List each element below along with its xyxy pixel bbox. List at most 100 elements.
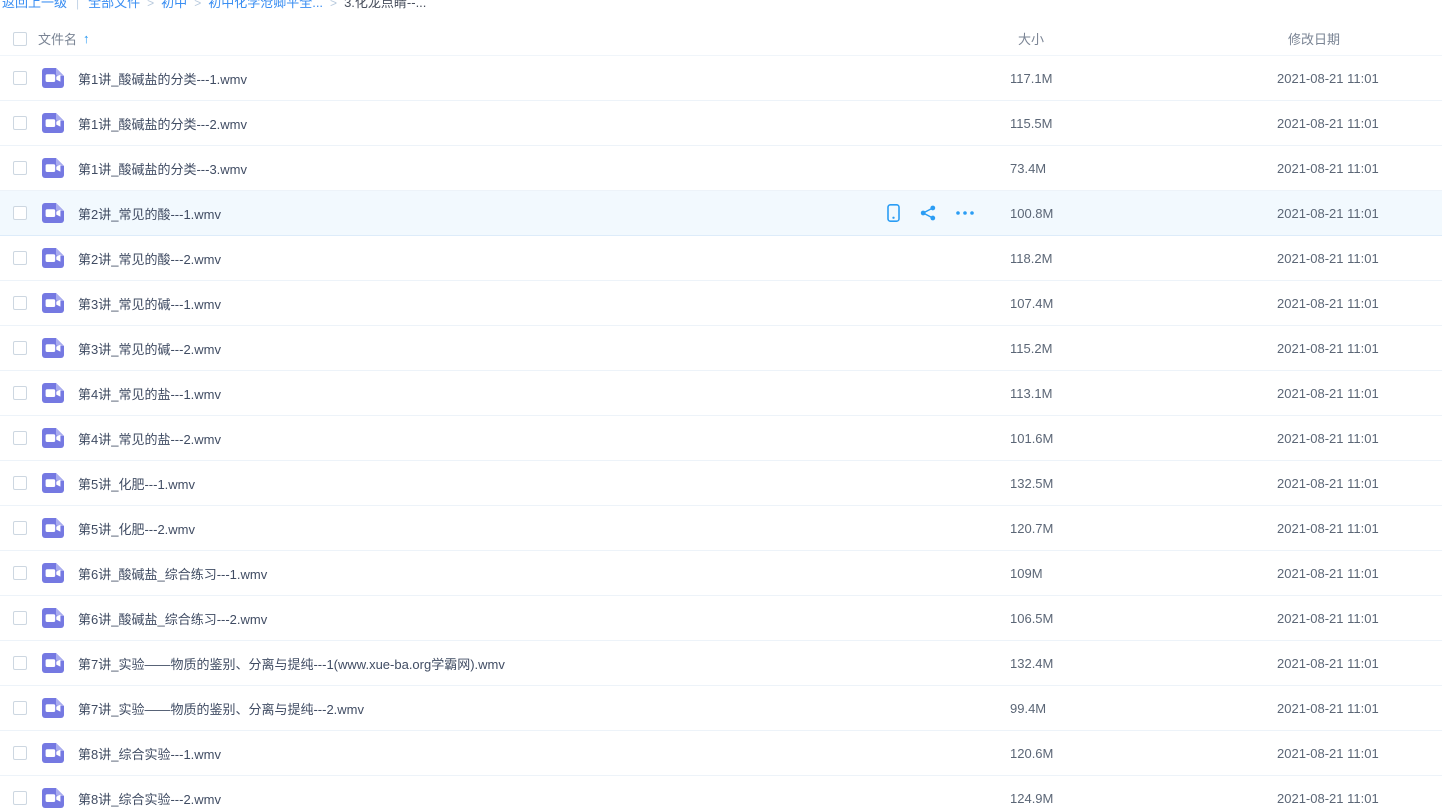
file-size: 132.5M [1010,476,1277,491]
share-icon[interactable] [920,205,936,221]
breadcrumb-item-junior-high[interactable]: 初中 [161,0,187,10]
row-checkbox[interactable] [13,431,27,445]
row-checkbox[interactable] [13,701,27,715]
file-row[interactable]: 第4讲_常见的盐---2.wmv [0,416,1442,461]
file-name-link[interactable]: 第1讲_酸碱盐的分类---3.wmv [78,159,1010,178]
file-row[interactable]: 第1讲_酸碱盐的分类---1.wmv [0,56,1442,101]
file-date: 2021-08-21 11:01 [1277,161,1442,176]
file-row[interactable]: 第2讲_常见的酸---2.wmv [0,236,1442,281]
row-checkbox[interactable] [13,566,27,580]
sort-ascending-icon[interactable]: ↑ [83,31,90,46]
file-row[interactable]: 第7讲_实验——物质的鉴别、分离与提纯---1(www.xue-ba.org学霸… [0,641,1442,686]
file-name-link[interactable]: 第8讲_综合实验---2.wmv [78,789,1010,808]
file-name-link[interactable]: 第1讲_酸碱盐的分类---1.wmv [78,69,1010,88]
breadcrumb-back-link[interactable]: 返回上一级 [2,0,67,10]
file-row[interactable]: 第6讲_酸碱盐_综合练习---1.wmv [0,551,1442,596]
file-name-link[interactable]: 第6讲_酸碱盐_综合练习---1.wmv [78,564,1010,583]
file-date: 2021-08-21 11:01 [1277,521,1442,536]
file-name-link[interactable]: 第4讲_常见的盐---1.wmv [78,384,1010,403]
file-name-link[interactable]: 第2讲_常见的酸---2.wmv [78,249,1010,268]
row-checkbox[interactable] [13,656,27,670]
row-checkbox[interactable] [13,341,27,355]
video-file-icon [42,698,64,718]
column-header-filename[interactable]: 文件名 ↑ [38,29,1010,48]
breadcrumb-arrow-separator: > [194,0,201,10]
row-checkbox[interactable] [13,476,27,490]
row-checkbox[interactable] [13,71,27,85]
file-date: 2021-08-21 11:01 [1277,476,1442,491]
file-size: 73.4M [1010,161,1277,176]
file-name-link[interactable]: 第6讲_酸碱盐_综合练习---2.wmv [78,609,1010,628]
file-name-link[interactable]: 第3讲_常见的碱---1.wmv [78,294,1010,313]
file-size: 107.4M [1010,296,1277,311]
file-size: 132.4M [1010,656,1277,671]
file-date: 2021-08-21 11:01 [1277,71,1442,86]
column-header-filename-label: 文件名 [38,29,77,48]
file-date: 2021-08-21 11:01 [1277,746,1442,761]
file-name-link[interactable]: 第5讲_化肥---2.wmv [78,519,1010,538]
file-row[interactable]: 第8讲_综合实验---1.wmv [0,731,1442,776]
row-actions [887,204,974,222]
row-checkbox[interactable] [13,611,27,625]
row-checkbox[interactable] [13,251,27,265]
file-row[interactable]: 第8讲_综合实验---2.wmv [0,776,1442,808]
video-file-icon [42,68,64,88]
file-size: 115.5M [1010,116,1277,131]
file-row[interactable]: 第5讲_化肥---2.wmv [0,506,1442,551]
video-file-icon [42,473,64,493]
file-date: 2021-08-21 11:01 [1277,251,1442,266]
file-size: 115.2M [1010,341,1277,356]
column-header-size: 大小 [1010,29,1277,48]
file-name-link[interactable]: 第1讲_酸碱盐的分类---2.wmv [78,114,1010,133]
file-name-link[interactable]: 第7讲_实验——物质的鉴别、分离与提纯---1(www.xue-ba.org学霸… [78,654,1010,673]
file-date: 2021-08-21 11:01 [1277,296,1442,311]
video-file-icon [42,608,64,628]
file-row[interactable]: 第2讲_常见的酸---1.wmv [0,191,1442,236]
file-name-link[interactable]: 第3讲_常见的碱---2.wmv [78,339,1010,358]
row-checkbox[interactable] [13,746,27,760]
column-header-date: 修改日期 [1277,29,1442,48]
more-actions-icon[interactable] [956,211,974,215]
file-size: 124.9M [1010,791,1277,806]
row-checkbox[interactable] [13,791,27,805]
select-all-checkbox[interactable] [13,32,27,46]
file-size: 106.5M [1010,611,1277,626]
file-name-link[interactable]: 第2讲_常见的酸---1.wmv [78,204,887,223]
breadcrumb-item-chemistry-course[interactable]: 初中化学沧卿平全... [208,0,323,10]
file-name-link[interactable]: 第8讲_综合实验---1.wmv [78,744,1010,763]
row-checkbox[interactable] [13,161,27,175]
breadcrumb-arrow-separator: > [147,0,154,10]
file-row[interactable]: 第4讲_常见的盐---1.wmv [0,371,1442,416]
file-date: 2021-08-21 11:01 [1277,386,1442,401]
row-checkbox[interactable] [13,521,27,535]
file-name-link[interactable]: 第7讲_实验——物质的鉴别、分离与提纯---2.wmv [78,699,1010,718]
file-list: 第1讲_酸碱盐的分类---1.wmv [0,56,1442,808]
send-to-phone-icon[interactable] [887,204,900,222]
file-date: 2021-08-21 11:01 [1277,656,1442,671]
file-row[interactable]: 第1讲_酸碱盐的分类---2.wmv [0,101,1442,146]
breadcrumb-item-all-files[interactable]: 全部文件 [88,0,140,10]
file-date: 2021-08-21 11:01 [1277,116,1442,131]
row-checkbox[interactable] [13,386,27,400]
file-row[interactable]: 第3讲_常见的碱---2.wmv [0,326,1442,371]
file-size: 100.8M [1010,206,1277,221]
file-row[interactable]: 第6讲_酸碱盐_综合练习---2.wmv [0,596,1442,641]
video-file-icon [42,383,64,403]
file-row[interactable]: 第7讲_实验——物质的鉴别、分离与提纯---2.wmv [0,686,1442,731]
file-row[interactable]: 第1讲_酸碱盐的分类---3.wmv [0,146,1442,191]
file-row[interactable]: 第5讲_化肥---1.wmv [0,461,1442,506]
row-checkbox[interactable] [13,296,27,310]
video-file-icon [42,338,64,358]
file-row[interactable]: 第3讲_常见的碱---1.wmv [0,281,1442,326]
breadcrumb-current-folder: 3.化龙点睛--... [344,0,426,10]
breadcrumb-bar-separator: | [76,0,79,10]
file-name-link[interactable]: 第5讲_化肥---1.wmv [78,474,1010,493]
file-size: 109M [1010,566,1277,581]
row-checkbox[interactable] [13,206,27,220]
file-size: 118.2M [1010,251,1277,266]
file-name-link[interactable]: 第4讲_常见的盐---2.wmv [78,429,1010,448]
video-file-icon [42,293,64,313]
row-checkbox[interactable] [13,116,27,130]
file-size: 101.6M [1010,431,1277,446]
video-file-icon [42,113,64,133]
